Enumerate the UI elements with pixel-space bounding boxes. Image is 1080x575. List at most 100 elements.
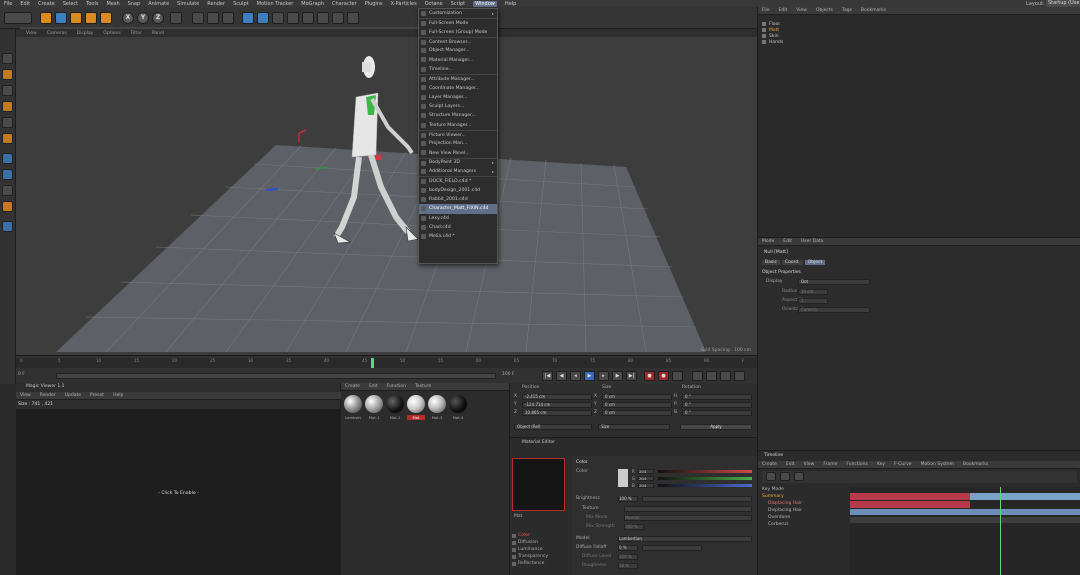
go-to-start-button[interactable]: |◀	[542, 371, 553, 381]
window-menu-item[interactable]: Material Manager...	[419, 55, 497, 64]
frame-range-slider[interactable]	[56, 373, 496, 379]
om-menu-bookmarks[interactable]: Bookmarks	[861, 8, 886, 13]
menu-window[interactable]: Window	[473, 0, 497, 7]
mm-menu-texture[interactable]: Texture	[415, 384, 431, 389]
om-menu-edit[interactable]: Edit	[779, 8, 788, 13]
pen-spline-icon[interactable]	[257, 12, 269, 24]
window-menu-item[interactable]: Sculpt Layers...	[419, 102, 497, 111]
y-axis-lock-icon[interactable]: Y	[137, 12, 149, 24]
menu-sculpt[interactable]: Sculpt	[233, 1, 249, 7]
live-selection-icon[interactable]	[55, 12, 67, 24]
menu-help[interactable]: Help	[505, 1, 516, 7]
size-mode-dropdown[interactable]: Size	[598, 424, 670, 430]
coordinate-mode-dropdown[interactable]: Object (Rel)	[514, 424, 592, 430]
apply-button[interactable]: Apply	[680, 424, 752, 430]
layout-dropdown[interactable]: Startup (Use	[1046, 0, 1080, 7]
light-icon[interactable]	[347, 12, 359, 24]
3d-viewport[interactable]: Grid Spacing : 100 cm	[16, 37, 757, 355]
magic-viewer-canvas[interactable]: - Click To Enable -	[16, 409, 341, 575]
tl-menu-f-curve[interactable]: F-Curve	[894, 462, 912, 467]
timeline-track[interactable]: Cerberus	[760, 522, 848, 529]
material-thumbnail[interactable]	[428, 395, 446, 413]
tl-menu-edit[interactable]: Edit	[786, 462, 795, 467]
rotation-input[interactable]: 0 °	[682, 394, 752, 400]
position-key-icon[interactable]	[692, 371, 703, 381]
enable-axis-icon[interactable]	[2, 153, 13, 164]
display-dropdown[interactable]: Dot	[798, 279, 870, 285]
track-keys[interactable]	[850, 501, 970, 508]
channel-checkbox[interactable]	[512, 554, 516, 559]
points-mode-icon[interactable]	[2, 101, 13, 112]
window-menu-item[interactable]: Additional Managers ▸	[419, 167, 497, 176]
menu-character[interactable]: Character	[332, 1, 357, 7]
tl-menu-key[interactable]: Key	[877, 462, 885, 467]
mix-mode-dropdown[interactable]: Normal	[624, 515, 752, 521]
material-name-label[interactable]: Mat.1	[365, 415, 383, 420]
am-menu-edit[interactable]: Edit	[783, 239, 792, 244]
mm-menu-function[interactable]: Function	[387, 384, 406, 389]
diffuse-falloff-input[interactable]: 0 %	[618, 545, 638, 551]
autokey-button[interactable]: ●	[658, 371, 669, 381]
rgb-slider[interactable]	[658, 470, 752, 473]
viewport-menu-options[interactable]: Options	[103, 31, 120, 36]
attribute-tab-object[interactable]: Object	[804, 260, 826, 265]
frame-end[interactable]: 100 F	[502, 372, 515, 377]
mv-menu-view[interactable]: View	[20, 393, 31, 398]
window-menu-item[interactable]: DOCK_FIELD.c4d *	[419, 176, 497, 185]
window-menu-item[interactable]: Picture Viewer...	[419, 129, 497, 139]
window-menu-item[interactable]: Projection Man...	[419, 139, 497, 148]
window-menu-item[interactable]: Full-Screen Mode	[419, 18, 497, 27]
om-menu-view[interactable]: View	[796, 8, 807, 13]
tl-menu-frame[interactable]: Frame	[823, 462, 837, 467]
mm-menu-create[interactable]: Create	[345, 384, 360, 389]
attribute-tab-coord[interactable]: Coord.	[781, 260, 803, 265]
recent-tool-icon[interactable]	[100, 12, 112, 24]
menu-mesh[interactable]: Mesh	[106, 1, 119, 7]
timeline-track[interactable]: Key Mode	[760, 487, 848, 494]
rotate-tool-icon[interactable]	[85, 12, 97, 24]
am-menu-mode[interactable]: Mode	[762, 239, 774, 244]
om-menu-tags[interactable]: Tags	[842, 8, 852, 13]
keyframe-selection-icon[interactable]	[672, 371, 683, 381]
object-tree-item[interactable]: Hands	[762, 39, 783, 45]
texture-mode-icon[interactable]	[2, 85, 13, 96]
floor-icon[interactable]	[317, 12, 329, 24]
dopesheet-area[interactable]	[850, 487, 1080, 575]
rotation-input[interactable]: 0 °	[682, 402, 752, 408]
render-picture-viewer-icon[interactable]	[207, 12, 219, 24]
play-button[interactable]: ▶	[584, 371, 595, 381]
material-channel-item[interactable]: Color	[512, 532, 548, 539]
material-name-label[interactable]: Mat.2	[386, 415, 404, 420]
mv-menu-update[interactable]: Update	[65, 393, 81, 398]
timeline-track[interactable]: Displacing Hair	[760, 508, 848, 515]
brightness-slider[interactable]	[642, 496, 752, 502]
timeline-track[interactable]: Overdone	[760, 515, 848, 522]
window-menu-item[interactable]: Texture Manager...	[419, 121, 497, 130]
material-name-label[interactable]: Lambert	[344, 415, 362, 420]
mix-strength-input[interactable]: 100 %	[624, 524, 644, 530]
record-button[interactable]: ●	[644, 371, 655, 381]
menu-tools[interactable]: Tools	[86, 1, 98, 7]
window-menu-item[interactable]: Character_Matt_FIXIN.c4d	[419, 204, 497, 214]
om-menu-file[interactable]: File	[762, 8, 770, 13]
menu-octane[interactable]: Octane	[425, 1, 443, 7]
window-menu-item[interactable]: Structure Manager...	[419, 111, 497, 120]
attribute-row-input[interactable]: 10 cm	[798, 289, 828, 295]
rotation-input[interactable]: 0 °	[682, 410, 752, 416]
window-menu-item[interactable]: Customization ▸	[419, 9, 497, 18]
material-channel-item[interactable]: Transparency	[512, 553, 548, 560]
deformer-icon[interactable]	[302, 12, 314, 24]
previous-key-button[interactable]: ◀	[556, 371, 567, 381]
om-menu-objects[interactable]: Objects	[816, 8, 833, 13]
am-menu-user-data[interactable]: User Data	[801, 239, 823, 244]
z-axis-lock-icon[interactable]: Z	[152, 12, 164, 24]
material-preview[interactable]	[512, 458, 565, 511]
tl-menu-create[interactable]: Create	[762, 462, 777, 467]
edges-mode-icon[interactable]	[2, 117, 13, 128]
move-tool-icon[interactable]	[40, 12, 52, 24]
summary-keys-selected[interactable]	[970, 493, 1080, 500]
timeline-track[interactable]: Displacing Hair	[760, 501, 848, 508]
channel-checkbox[interactable]	[512, 533, 516, 538]
window-menu-item[interactable]: Timeline...	[419, 65, 497, 74]
position-input[interactable]: 10.865 cm	[522, 410, 592, 416]
